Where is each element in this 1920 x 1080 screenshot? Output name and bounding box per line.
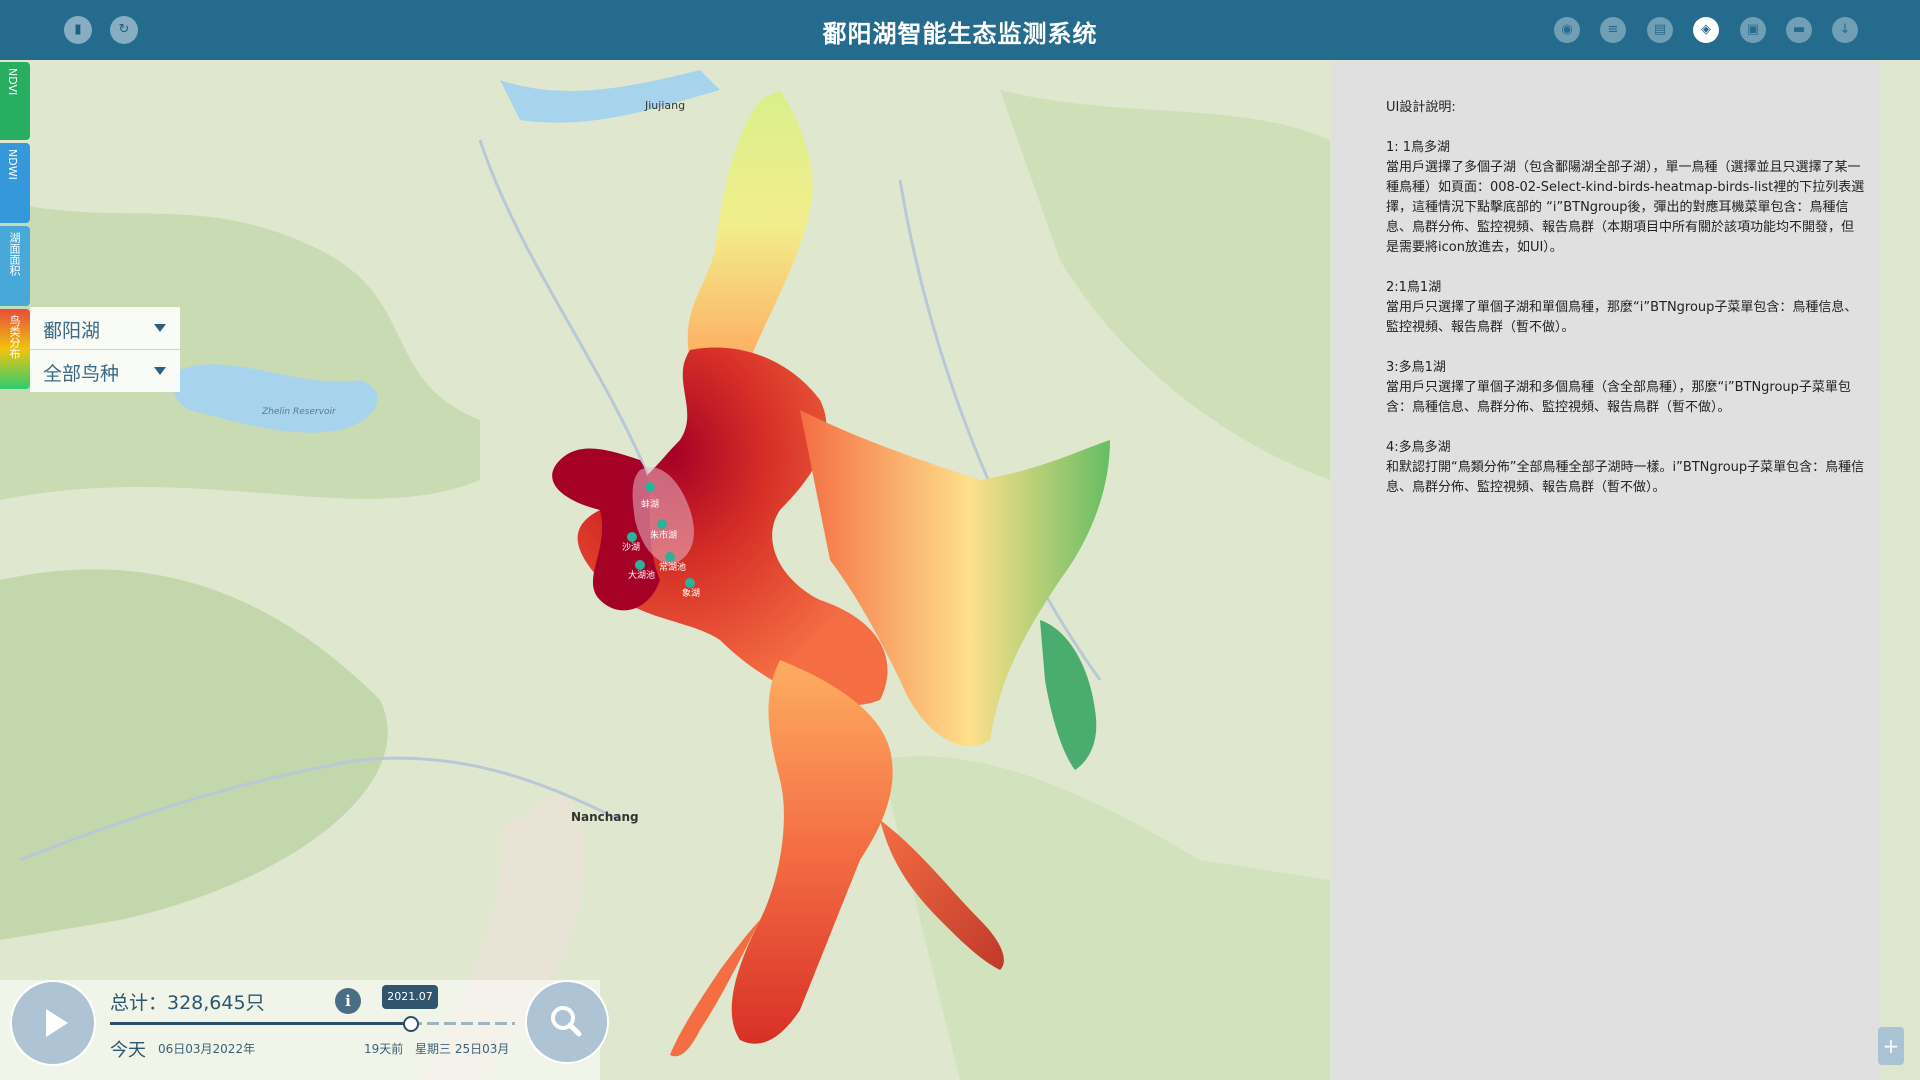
sublake-marker[interactable] (657, 519, 667, 529)
lake-heatmap-map[interactable]: 蚌湖 朱市湖 沙湖 常湖池 大湖池 象湖 Jiujiang Nanchang Z… (0, 60, 1330, 1080)
search-button[interactable] (525, 980, 609, 1064)
city-label-nanchang: Nanchang (571, 810, 639, 824)
timeline-track-remaining[interactable] (410, 1022, 515, 1025)
city-label-jiujiang: Jiujiang (644, 99, 685, 112)
notes-section-body: 當用戶只選擇了單個子湖和多個鳥種（含全部鳥種），那麼“i”BTNgroup子菜單… (1386, 380, 1851, 415)
lake-selector[interactable]: 鄱阳湖 (30, 307, 180, 349)
list-icon[interactable]: ≡ (1600, 17, 1626, 43)
timeline-slider-handle[interactable] (403, 1016, 419, 1032)
search-icon (551, 1006, 582, 1037)
sublake-marker[interactable] (627, 532, 637, 542)
date-badge: 2021.07 (382, 985, 438, 1009)
sublake-label: 沙湖 (622, 542, 640, 553)
notes-section-title: 3:多鳥1湖 (1386, 360, 1446, 375)
notes-section-title: 1: 1鳥多湖 (1386, 140, 1451, 155)
sublake-label: 常湖池 (659, 561, 686, 573)
download-icon[interactable]: ↓ (1832, 17, 1858, 43)
sublake-label: 大湖池 (628, 569, 655, 581)
notes-section-title: 2:1鳥1湖 (1386, 280, 1442, 295)
design-notes-panel: UI設計說明: 1: 1鳥多湖 當用戶選擇了多個子湖（包含鄱陽湖全部子湖），單一… (1332, 62, 1880, 1080)
sublake-marker[interactable] (645, 482, 655, 492)
timeline-track[interactable] (110, 1022, 410, 1025)
layers-icon[interactable]: ◈ (1693, 17, 1719, 43)
tab-lake-area[interactable]: 湖面面积 (0, 226, 30, 306)
sublake-marker[interactable] (665, 552, 675, 562)
sublake-label: 朱市湖 (650, 529, 677, 541)
sublake-label: 蚌湖 (641, 498, 659, 510)
sublake-label: 象湖 (682, 587, 700, 599)
top-header: ▮ ↻ 鄱阳湖智能生态监测系统 ◉ ≡ ▤ ◈ ▣ ▬ ↓ (0, 0, 1920, 60)
app-title: 鄱阳湖智能生态监测系统 (822, 20, 1098, 48)
expand-button[interactable]: + (1878, 1027, 1904, 1065)
tab-ndwi[interactable]: NDWI (0, 143, 30, 223)
notes-section-title: 4:多鳥多湖 (1386, 440, 1451, 455)
reservoir-label: Zhelin Reservoir (261, 407, 337, 417)
days-ago: 19天前 (364, 1042, 404, 1056)
weekday-date: 星期三 25日03月 (415, 1042, 510, 1056)
chevron-down-icon (154, 324, 166, 332)
tab-bird-distribution[interactable]: 鸟类分布 (0, 309, 30, 389)
today-date: 06日03月2022年 (158, 1042, 256, 1056)
notes-heading: UI設計說明: (1386, 100, 1456, 115)
total-count: 总计：328,645只 (110, 992, 265, 1014)
chat-icon[interactable]: ▬ (1786, 17, 1812, 43)
notes-section-body: 和默認打開“鳥類分佈”全部鳥種全部子湖時一樣。i”BTNgroup子菜單包含：鳥… (1386, 460, 1865, 495)
play-button[interactable] (10, 980, 96, 1066)
play-icon (46, 1009, 68, 1037)
lake-selector-value: 鄱阳湖 (43, 320, 101, 342)
info-button[interactable]: i (335, 988, 361, 1014)
sublake-marker[interactable] (685, 578, 695, 588)
today-label: 今天 (110, 1040, 146, 1061)
species-selector-value: 全部鸟种 (43, 363, 120, 385)
notes-section-body: 當用戶選擇了多個子湖（包含鄱陽湖全部子湖），單一鳥種（選擇並且只選擇了某一種鳥種… (1386, 160, 1865, 255)
monitor-icon[interactable]: ▣ (1740, 17, 1766, 43)
report-icon[interactable]: ▤ (1647, 17, 1673, 43)
species-selector[interactable]: 全部鸟种 (30, 350, 180, 392)
notes-section-body: 當用戶只選擇了單個子湖和單個鳥種，那麼“i”BTNgroup子菜單包含：鳥種信息… (1386, 300, 1858, 335)
chevron-down-icon (154, 367, 166, 375)
location-icon[interactable]: ◉ (1554, 17, 1580, 43)
sublake-marker[interactable] (635, 560, 645, 570)
tab-ndvi[interactable]: NDVI (0, 62, 30, 140)
